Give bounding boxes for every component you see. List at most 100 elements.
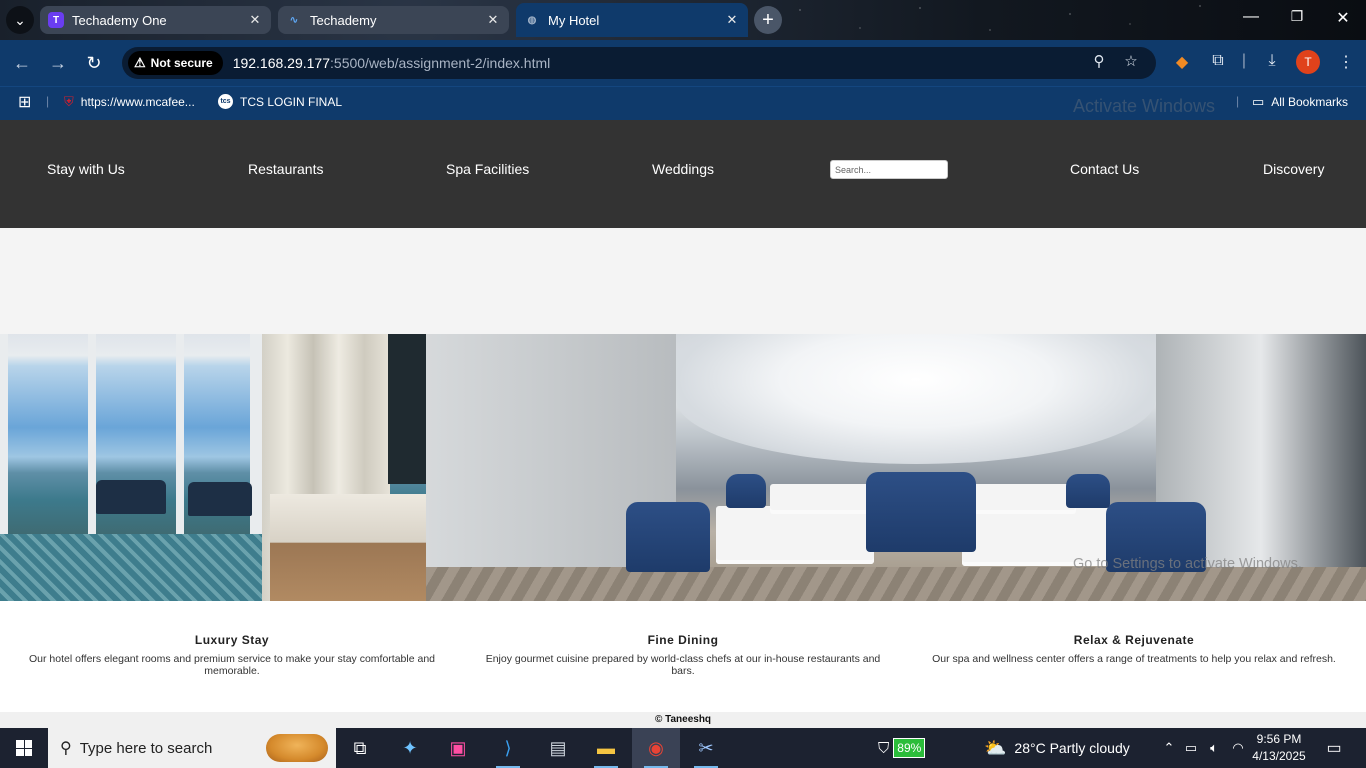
site-navbar: Stay with Us Restaurants Spa Facilities … [0, 120, 1366, 228]
chevron-down-icon: ⌄ [14, 11, 26, 28]
search-icon: ⚲ [60, 740, 72, 757]
site-info-chip[interactable]: ⚠ Not secure [128, 51, 223, 75]
weather-widget[interactable]: ⛅ 28°C Partly cloudy [984, 728, 1130, 768]
address-bar[interactable]: ⚠ Not secure 192.168.29.177:5500/web/ass… [122, 47, 1156, 79]
tab-techademy-one[interactable]: T Techademy One ✕ [40, 6, 271, 34]
url-path: :5500/web/assignment-2/index.html [330, 55, 551, 71]
nav-discovery[interactable]: Discovery [1263, 161, 1324, 177]
metamask-fox-icon[interactable]: ◆ [1170, 52, 1194, 72]
file-explorer-icon[interactable]: ▬ [582, 728, 630, 768]
bookmark-label: TCS LOGIN FINAL [240, 94, 343, 109]
avatar-initial: T [1304, 55, 1312, 69]
bookmarks-divider: | [1236, 94, 1240, 108]
remote-desktop-icon[interactable]: ▤ [534, 728, 582, 768]
extensions-puzzle-icon[interactable]: ⧉ [1206, 52, 1230, 70]
shield-check-icon: ⛉ [878, 739, 890, 757]
feature-description: Enjoy gourmet cuisine prepared by world-… [485, 653, 881, 677]
windows-logo-icon [16, 740, 32, 756]
reload-icon[interactable]: ↻ [82, 51, 106, 75]
url-text[interactable]: 192.168.29.177:5500/web/assignment-2/ind… [233, 55, 551, 71]
weather-text: 28°C Partly cloudy [1014, 740, 1130, 756]
site-search-input[interactable] [830, 160, 948, 179]
feature-fine-dining: Fine Dining Enjoy gourmet cuisine prepar… [473, 633, 893, 677]
bookmark-tcs-login[interactable]: tcs TCS LOGIN FINAL [218, 94, 342, 109]
task-view-icon[interactable]: ⧉ [336, 728, 384, 768]
downloads-icon[interactable]: ⤓ [1260, 52, 1284, 70]
plus-icon: + [762, 8, 774, 31]
feature-description: Our spa and wellness center offers a ran… [932, 653, 1336, 665]
techademy-one-favicon-icon: T [48, 12, 64, 28]
security-label: Not secure [150, 56, 213, 70]
new-tab-button[interactable]: + [754, 6, 782, 34]
feature-title: Luxury Stay [194, 633, 270, 647]
browser-tab-strip: ⌄ T Techademy One ✕ ∿ Techademy ✕ ◍ My H… [0, 0, 1366, 40]
notification-center-icon[interactable]: ▭ [1322, 728, 1346, 768]
battery-icon[interactable]: ▭ [1180, 740, 1202, 756]
close-tab-icon[interactable]: ✕ [724, 12, 740, 28]
all-bookmarks-label: All Bookmarks [1271, 95, 1348, 109]
nav-stay-with-us[interactable]: Stay with Us [47, 161, 125, 177]
vscode-icon[interactable]: ⟩ [484, 728, 532, 768]
feature-title: Fine Dining [647, 633, 719, 647]
feature-luxury-stay: Luxury Stay Our hotel offers elegant roo… [22, 633, 442, 677]
close-tab-icon[interactable]: ✕ [247, 12, 263, 28]
battery-indicator[interactable]: ⛉ 89% [878, 728, 926, 768]
kebab-menu-icon[interactable]: ⋮ [1334, 52, 1358, 72]
taskbar-search-box[interactable]: ⚲ Type here to search [48, 728, 336, 768]
volume-icon[interactable]: 🔈︎ [1202, 740, 1226, 756]
nav-contact-us[interactable]: Contact Us [1070, 161, 1139, 177]
tab-label: Techademy [310, 12, 377, 28]
tab-label: My Hotel [548, 12, 600, 28]
site-footer: © Taneeshq [0, 712, 1366, 728]
taskbar-clock[interactable]: 9:56 PM 4/13/2025 [1236, 731, 1322, 765]
minimize-window-icon[interactable]: — [1236, 8, 1266, 26]
close-window-icon[interactable]: ✕ [1328, 8, 1358, 28]
battery-percent: 89% [893, 738, 926, 758]
intellij-idea-icon[interactable]: ▣ [434, 728, 482, 768]
copilot-icon[interactable]: ✦ [386, 728, 434, 768]
watermark-line-1: Activate Windows [1073, 96, 1216, 116]
nav-spa-facilities[interactable]: Spa Facilities [446, 161, 529, 177]
techademy-favicon-icon: ∿ [289, 14, 299, 26]
feature-title: Relax & Rejuvenate [1073, 633, 1195, 647]
tab-techademy[interactable]: ∿ Techademy ✕ [278, 6, 509, 34]
warning-triangle-icon: ⚠ [134, 55, 146, 70]
globe-icon: ◍ [527, 14, 537, 26]
all-bookmarks-button[interactable]: ▭ All Bookmarks [1252, 94, 1348, 110]
taskbar-search-placeholder: Type here to search [79, 739, 213, 757]
mcafee-shield-icon: ⛨ [64, 94, 74, 109]
chrome-icon[interactable]: ◉ [632, 728, 680, 768]
profile-avatar[interactable]: T [1296, 50, 1320, 74]
apps-grid-icon[interactable]: ⊞ [18, 92, 31, 112]
feature-relax-rejuvenate: Relax & Rejuvenate Our spa and wellness … [924, 633, 1344, 665]
features-section: Luxury Stay Our hotel offers elegant roo… [0, 601, 1366, 712]
bookmark-star-icon[interactable]: ☆ [1120, 52, 1142, 70]
back-arrow-icon[interactable]: ← [10, 51, 34, 75]
tcs-logo-icon: tcs [218, 94, 233, 109]
bookmark-mcafee[interactable]: ⛨ https://www.mcafee... [64, 94, 195, 110]
snipping-tool-icon[interactable]: ✂ [682, 728, 730, 768]
watermark-line-2: Go to Settings to activate Windows. [1073, 556, 1302, 572]
luxury-room-image [0, 334, 426, 601]
forward-arrow-icon[interactable]: → [46, 51, 70, 75]
nav-restaurants[interactable]: Restaurants [248, 161, 323, 177]
tab-my-hotel[interactable]: ◍ My Hotel ✕ [516, 3, 748, 37]
tab-search-menu-button[interactable]: ⌄ [6, 6, 34, 34]
chevron-up-icon[interactable]: ⌃ [1158, 740, 1180, 756]
zoom-magnifier-icon[interactable]: ⚲ [1088, 52, 1110, 70]
clock-date: 4/13/2025 [1252, 749, 1306, 763]
hotel-page: Stay with Us Restaurants Spa Facilities … [0, 120, 1366, 728]
toolbar-divider: | [1241, 52, 1247, 69]
restore-window-icon[interactable]: ❐ [1282, 8, 1312, 25]
start-button[interactable] [0, 728, 48, 768]
feature-description: Our hotel offers elegant rooms and premi… [29, 653, 435, 677]
windows-taskbar: ⚲ Type here to search ⧉ ✦ ▣ ⟩ ▤ ▬ ◉ ✂ ⛉ … [0, 728, 1366, 768]
folder-icon: ▭ [1252, 94, 1265, 109]
partly-cloudy-weather-icon: ⛅ [984, 737, 1007, 758]
close-tab-icon[interactable]: ✕ [485, 12, 501, 28]
bookmark-label: https://www.mcafee... [80, 95, 195, 109]
nav-weddings[interactable]: Weddings [652, 161, 714, 177]
banner-spacer [0, 228, 1366, 334]
tab-label: Techademy One [72, 12, 167, 28]
bookmarks-divider: | [46, 94, 50, 108]
